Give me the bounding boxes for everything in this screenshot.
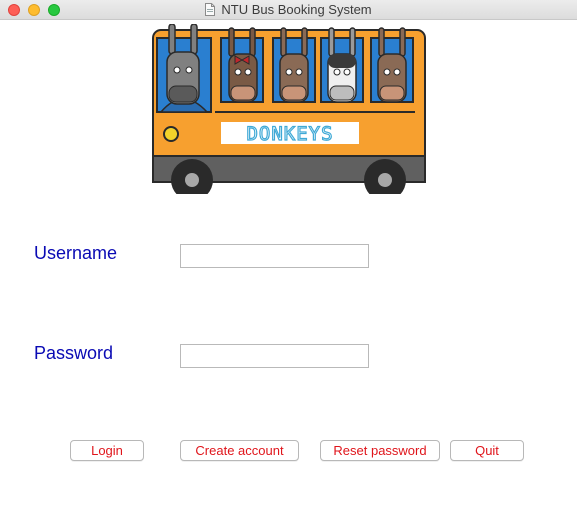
document-icon xyxy=(205,3,216,16)
title-bar: NTU Bus Booking System xyxy=(0,0,577,20)
window-title-area: NTU Bus Booking System xyxy=(0,2,577,17)
password-input[interactable] xyxy=(180,344,369,368)
login-button[interactable]: Login xyxy=(70,440,144,461)
username-input[interactable] xyxy=(180,244,369,268)
reset-password-button[interactable]: Reset password xyxy=(320,440,440,461)
donkeys-bus-logo: DONKEYS xyxy=(151,24,429,196)
password-label: Password xyxy=(34,343,114,363)
bus-name-text: DONKEYS xyxy=(246,123,333,145)
username-label: Username xyxy=(34,243,118,263)
create-account-button[interactable]: Create account xyxy=(180,440,299,461)
window-title: NTU Bus Booking System xyxy=(221,2,372,17)
quit-button[interactable]: Quit xyxy=(450,440,524,461)
